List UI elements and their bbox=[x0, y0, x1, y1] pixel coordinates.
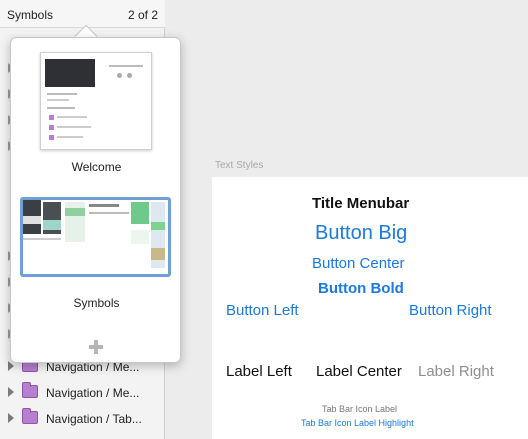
thumbnail-symbol bbox=[43, 220, 61, 230]
page-thumbnail-welcome[interactable] bbox=[40, 52, 152, 150]
text-style-button-right[interactable]: Button Right bbox=[409, 302, 492, 319]
thumbnail-symbol bbox=[65, 208, 85, 216]
artboard-title[interactable]: Text Styles bbox=[215, 160, 263, 171]
thumbnail-symbol bbox=[89, 212, 129, 214]
page-title[interactable]: Symbols bbox=[7, 8, 53, 22]
thumbnail-symbol bbox=[151, 222, 165, 230]
thumbnail-text-line bbox=[109, 65, 143, 67]
disclosure-triangle-icon[interactable] bbox=[8, 387, 14, 397]
text-style-label-left[interactable]: Label Left bbox=[226, 363, 292, 380]
thumbnail-symbol bbox=[151, 248, 165, 260]
page-counter: 2 of 2 bbox=[127, 8, 158, 22]
page-name-welcome[interactable]: Welcome bbox=[11, 160, 182, 174]
layer-row-navigation-group[interactable]: Navigation / Me... bbox=[0, 379, 165, 405]
thumbnail-text-line bbox=[47, 107, 75, 109]
thumbnail-icon bbox=[49, 125, 54, 130]
text-style-label-right[interactable]: Label Right bbox=[418, 363, 494, 380]
thumbnail-symbol bbox=[89, 204, 119, 207]
layer-label: Navigation / Tab... bbox=[46, 412, 142, 426]
thumbnail-dot bbox=[127, 73, 132, 78]
text-style-tab-bar-icon-label[interactable]: Tab Bar Icon Label bbox=[322, 404, 397, 414]
artboard-text-styles[interactable]: Title Menubar Button Big Button Center B… bbox=[212, 177, 528, 439]
layer-row-navigation-tab-group[interactable]: Navigation / Tab... bbox=[0, 405, 165, 431]
thumbnail-symbol bbox=[131, 202, 149, 224]
thumbnail-icon bbox=[49, 115, 54, 120]
folder-icon bbox=[22, 382, 38, 398]
text-style-label-center[interactable]: Label Center bbox=[316, 363, 402, 380]
thumbnail-symbol bbox=[131, 230, 149, 244]
text-style-button-big[interactable]: Button Big bbox=[315, 222, 407, 245]
folder-icon bbox=[22, 408, 38, 424]
thumbnail-symbol bbox=[23, 216, 41, 224]
thumbnail-text-line bbox=[57, 136, 83, 138]
thumbnail-image bbox=[45, 59, 95, 87]
text-style-title-menubar[interactable]: Title Menubar bbox=[312, 195, 409, 212]
thumbnail-text-line bbox=[47, 93, 77, 95]
text-style-button-center[interactable]: Button Center bbox=[312, 255, 405, 272]
disclosure-triangle-icon[interactable] bbox=[8, 413, 14, 423]
pages-popover: Welcome Symbols bbox=[10, 37, 181, 363]
text-style-button-left[interactable]: Button Left bbox=[226, 302, 299, 319]
layers-header: Symbols 2 of 2 bbox=[0, 0, 165, 28]
layer-label: Navigation / Me... bbox=[46, 386, 140, 400]
thumbnail-text-line bbox=[47, 99, 69, 101]
text-style-button-bold[interactable]: Button Bold bbox=[318, 280, 404, 297]
thumbnail-text-line bbox=[57, 126, 91, 128]
thumbnail-text-line bbox=[57, 116, 87, 118]
page-name-symbols[interactable]: Symbols bbox=[11, 296, 182, 310]
page-thumbnail-symbols[interactable] bbox=[20, 197, 171, 277]
add-page-plus-icon[interactable] bbox=[89, 340, 103, 354]
text-style-tab-bar-icon-label-highlight[interactable]: Tab Bar Icon Label Highlight bbox=[301, 418, 414, 428]
thumbnail-dot bbox=[117, 73, 122, 78]
thumbnail-symbol bbox=[23, 238, 61, 240]
thumbnail-icon bbox=[49, 135, 54, 140]
